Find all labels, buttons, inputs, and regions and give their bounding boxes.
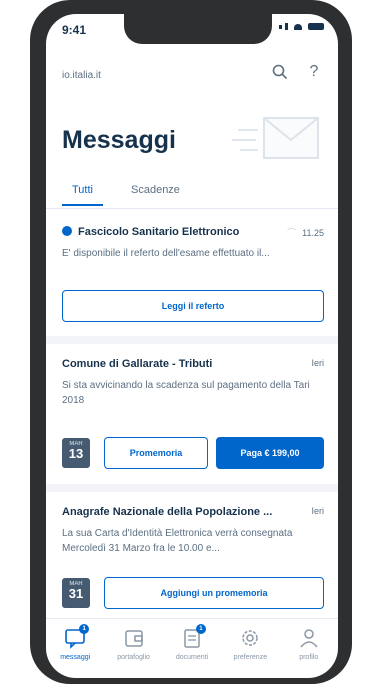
- status-icons: [279, 23, 324, 30]
- calendar-day: 31: [68, 586, 84, 601]
- message-title: Comune di Gallarate - Tributi: [62, 358, 213, 370]
- bottom-nav: 1 messaggi portafoglio 1 documenti prefe…: [46, 618, 338, 678]
- message-time-text: 11.25: [302, 228, 324, 238]
- message-time: Ieri: [311, 506, 324, 516]
- calendar-icon: MAR 31: [62, 578, 90, 608]
- nav-badge: 1: [79, 624, 90, 634]
- status-time: 9:41: [62, 23, 87, 37]
- tabs-divider: [46, 208, 338, 209]
- gear-icon: [238, 627, 262, 649]
- nav-item-preferenze[interactable]: preferenze: [224, 627, 276, 678]
- message-item[interactable]: Comune di Gallarate - Tributi Ieri Si st…: [62, 358, 324, 408]
- messages-icon: 1: [63, 624, 90, 649]
- message-time: Ieri: [311, 358, 324, 368]
- nav-item-documenti[interactable]: 1 documenti: [166, 624, 218, 678]
- wallet-icon: [122, 627, 146, 649]
- nav-label: messaggi: [60, 654, 91, 661]
- section-divider: [46, 336, 338, 344]
- nav-label: preferenze: [233, 654, 268, 661]
- read-report-button[interactable]: Leggi il referto: [62, 290, 324, 322]
- reminder-button[interactable]: Promemoria: [104, 437, 208, 469]
- nav-badge: 1: [195, 624, 206, 634]
- message-preview: Si sta avvicinando la scadenza sul pagam…: [62, 380, 310, 406]
- message-title-text: Fascicolo Sanitario Elettronico: [78, 226, 240, 238]
- nav-label: portafoglio: [117, 654, 150, 661]
- message-title: Fascicolo Sanitario Elettronico: [62, 226, 324, 238]
- paperclip-icon: ⌒: [287, 228, 297, 238]
- help-icon[interactable]: ?: [304, 62, 324, 82]
- add-reminder-button[interactable]: Aggiungi un promemoria: [104, 577, 324, 609]
- nav-label: profilo: [299, 654, 319, 661]
- battery-icon: [308, 23, 324, 30]
- signal-icon: [279, 24, 282, 29]
- section-divider: [46, 484, 338, 492]
- top-actions: ?: [270, 62, 324, 82]
- tab-scadenze[interactable]: Scadenze: [131, 184, 180, 206]
- unread-dot: [62, 226, 72, 236]
- calendar-month: MAR: [69, 441, 83, 447]
- message-time: ⌒ 11.25: [287, 226, 324, 239]
- envelope-icon: [232, 117, 319, 159]
- nav-item-profilo[interactable]: profilo: [283, 627, 335, 678]
- documents-icon: 1: [180, 624, 206, 649]
- nav-item-messaggi[interactable]: 1 messaggi: [49, 624, 101, 678]
- calendar-day: 13: [68, 446, 84, 461]
- message-title: Anagrafe Nazionale della Popolazione ...: [62, 506, 273, 518]
- search-icon[interactable]: [270, 62, 290, 82]
- nav-label: documenti: [175, 654, 209, 661]
- app-url: io.italia.it: [62, 70, 101, 81]
- message-preview: E' disponibile il referto dell'esame eff…: [62, 248, 270, 259]
- calendar-icon: MAR 13: [62, 438, 90, 468]
- app-screen: 9:41 io.italia.it ? Messaggi Tutti Scade…: [46, 14, 338, 678]
- message-item[interactable]: Anagrafe Nazionale della Popolazione ...…: [62, 506, 324, 556]
- message-preview: La sua Carta d'Identità Elettronica verr…: [62, 528, 293, 554]
- tab-tutti[interactable]: Tutti: [62, 184, 103, 206]
- message-item[interactable]: Fascicolo Sanitario Elettronico ⌒ 11.25 E…: [62, 226, 324, 261]
- nav-item-portafoglio[interactable]: portafoglio: [108, 627, 160, 678]
- calendar-month: MAR: [69, 581, 83, 587]
- phone-notch: [124, 14, 272, 44]
- wifi-icon: [294, 23, 302, 30]
- signal-icon-2: [285, 23, 288, 30]
- tab-bar: Tutti Scadenze: [62, 184, 180, 206]
- profile-icon: [297, 627, 321, 649]
- pay-button[interactable]: Paga € 199,00: [216, 437, 324, 469]
- page-title: Messaggi: [62, 126, 176, 154]
